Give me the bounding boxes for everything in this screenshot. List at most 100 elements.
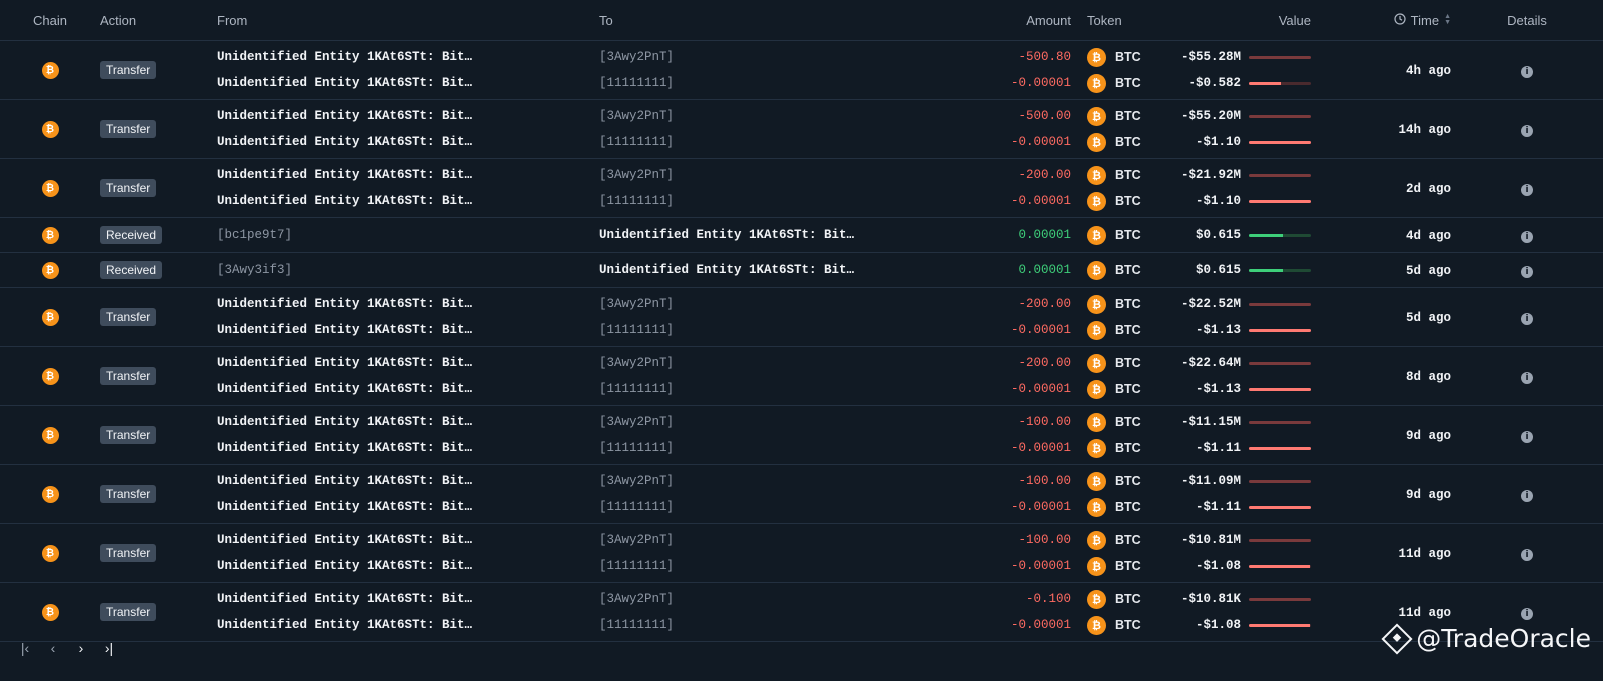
amount-value: -100.00	[1018, 474, 1071, 488]
table-row[interactable]: ₿ Transfer Unidentified Entity 1KAt6STt: B…	[0, 288, 1603, 347]
table-row[interactable]: ₿ Transfer Unidentified Entity 1KAt6STt: B…	[0, 41, 1603, 100]
next-page-icon[interactable]: ›	[74, 640, 88, 656]
header-time[interactable]: Time ▲ ▼	[1331, 13, 1451, 28]
token-symbol[interactable]: BTC	[1115, 168, 1141, 182]
sort-icon[interactable]: ▲ ▼	[1444, 13, 1451, 26]
address-link[interactable]: [3Awy3if3]	[217, 263, 292, 277]
token-symbol[interactable]: BTC	[1115, 50, 1141, 64]
first-page-icon[interactable]: |‹	[18, 640, 32, 656]
entity-link[interactable]: Unidentified Entity 1KAt6STt: Bit…	[217, 168, 472, 182]
entity-link[interactable]: Unidentified Entity 1KAt6STt: Bit…	[217, 194, 472, 208]
token-symbol[interactable]: BTC	[1115, 135, 1141, 149]
token-symbol[interactable]: BTC	[1115, 415, 1141, 429]
token-symbol[interactable]: BTC	[1115, 228, 1141, 242]
table-row[interactable]: ₿ Received [bc1pe9t7] Unidentified Entity 1…	[0, 218, 1603, 253]
entity-link[interactable]: Unidentified Entity 1KAt6STt: Bit…	[217, 135, 472, 149]
value-cell: -$21.92M -$1.10	[1169, 162, 1331, 214]
address-link[interactable]: [3Awy2PnT]	[599, 50, 674, 64]
action-badge: Received	[100, 226, 163, 244]
address-link[interactable]: [3Awy2PnT]	[599, 109, 674, 123]
address-link[interactable]: [11111111]	[599, 500, 674, 514]
prev-page-icon[interactable]: ‹	[46, 640, 60, 656]
address-link[interactable]: [3Awy2PnT]	[599, 168, 674, 182]
address-link[interactable]: [3Awy2PnT]	[599, 474, 674, 488]
info-icon[interactable]: i	[1521, 490, 1533, 502]
table-row[interactable]: ₿ Transfer Unidentified Entity 1KAt6STt: B…	[0, 406, 1603, 465]
bitcoin-icon: ₿	[1087, 412, 1106, 432]
info-icon[interactable]: i	[1521, 266, 1533, 278]
token-symbol[interactable]: BTC	[1115, 356, 1141, 370]
address-link[interactable]: [3Awy2PnT]	[599, 592, 674, 606]
amount-value: -0.00001	[1010, 618, 1071, 632]
info-icon[interactable]: i	[1521, 549, 1533, 561]
entity-link[interactable]: Unidentified Entity 1KAt6STt: Bit…	[217, 592, 472, 606]
address-link[interactable]: [11111111]	[599, 323, 674, 337]
table-row[interactable]: ₿ Transfer Unidentified Entity 1KAt6STt: B…	[0, 583, 1603, 642]
token-symbol[interactable]: BTC	[1115, 500, 1141, 514]
address-link[interactable]: [3Awy2PnT]	[599, 297, 674, 311]
token-symbol[interactable]: BTC	[1115, 474, 1141, 488]
info-icon[interactable]: i	[1521, 125, 1533, 137]
info-icon[interactable]: i	[1521, 231, 1533, 243]
entity-link[interactable]: Unidentified Entity 1KAt6STt: Bit…	[217, 559, 472, 573]
address-link[interactable]: [bc1pe9t7]	[217, 228, 292, 242]
address-link[interactable]: [11111111]	[599, 441, 674, 455]
action-cell: Transfer	[100, 367, 217, 385]
entity-link[interactable]: Unidentified Entity 1KAt6STt: Bit…	[217, 441, 472, 455]
action-cell: Transfer	[100, 61, 217, 79]
token-symbol[interactable]: BTC	[1115, 76, 1141, 90]
table-row[interactable]: ₿ Transfer Unidentified Entity 1KAt6STt: B…	[0, 524, 1603, 583]
token-symbol[interactable]: BTC	[1115, 441, 1141, 455]
token-cell: ₿ BTC ₿ BTC	[1071, 527, 1169, 579]
address-link[interactable]: [11111111]	[599, 618, 674, 632]
table-row[interactable]: ₿ Transfer Unidentified Entity 1KAt6STt: B…	[0, 347, 1603, 406]
address-link[interactable]: [11111111]	[599, 194, 674, 208]
value-cell: $0.615	[1169, 253, 1331, 287]
info-icon[interactable]: i	[1521, 66, 1533, 78]
info-icon[interactable]: i	[1521, 372, 1533, 384]
info-icon[interactable]: i	[1521, 313, 1533, 325]
entity-link[interactable]: Unidentified Entity 1KAt6STt: Bit…	[217, 533, 472, 547]
table-row[interactable]: ₿ Transfer Unidentified Entity 1KAt6STt: B…	[0, 159, 1603, 218]
table-row[interactable]: ₿ Transfer Unidentified Entity 1KAt6STt: B…	[0, 465, 1603, 524]
token-symbol[interactable]: BTC	[1115, 323, 1141, 337]
address-link[interactable]: [11111111]	[599, 559, 674, 573]
entity-link[interactable]: Unidentified Entity 1KAt6STt: Bit…	[217, 297, 472, 311]
address-link[interactable]: [11111111]	[599, 135, 674, 149]
details-cell: i	[1451, 486, 1603, 502]
entity-link[interactable]: Unidentified Entity 1KAt6STt: Bit…	[217, 618, 472, 632]
token-symbol[interactable]: BTC	[1115, 533, 1141, 547]
entity-link[interactable]: Unidentified Entity 1KAt6STt: Bit…	[599, 263, 854, 277]
token-symbol[interactable]: BTC	[1115, 297, 1141, 311]
entity-link[interactable]: Unidentified Entity 1KAt6STt: Bit…	[217, 500, 472, 514]
token-symbol[interactable]: BTC	[1115, 263, 1141, 277]
token-symbol[interactable]: BTC	[1115, 618, 1141, 632]
token-symbol[interactable]: BTC	[1115, 559, 1141, 573]
info-icon[interactable]: i	[1521, 608, 1533, 620]
last-page-icon[interactable]: ›|	[102, 640, 116, 656]
address-link[interactable]: [3Awy2PnT]	[599, 415, 674, 429]
token-symbol[interactable]: BTC	[1115, 382, 1141, 396]
table-row[interactable]: ₿ Received [3Awy3if3] Unidentified Entity 1…	[0, 253, 1603, 288]
entity-link[interactable]: Unidentified Entity 1KAt6STt: Bit…	[217, 109, 472, 123]
token-symbol[interactable]: BTC	[1115, 109, 1141, 123]
amount-cell: -100.00 -0.00001	[923, 409, 1071, 461]
entity-link[interactable]: Unidentified Entity 1KAt6STt: Bit…	[217, 50, 472, 64]
address-link[interactable]: [3Awy2PnT]	[599, 356, 674, 370]
info-icon[interactable]: i	[1521, 184, 1533, 196]
entity-link[interactable]: Unidentified Entity 1KAt6STt: Bit…	[217, 415, 472, 429]
address-link[interactable]: [11111111]	[599, 76, 674, 90]
entity-link[interactable]: Unidentified Entity 1KAt6STt: Bit…	[217, 323, 472, 337]
token-symbol[interactable]: BTC	[1115, 194, 1141, 208]
entity-link[interactable]: Unidentified Entity 1KAt6STt: Bit…	[599, 228, 854, 242]
entity-link[interactable]: Unidentified Entity 1KAt6STt: Bit…	[217, 76, 472, 90]
entity-link[interactable]: Unidentified Entity 1KAt6STt: Bit…	[217, 382, 472, 396]
token-cell: ₿ BTC ₿ BTC	[1071, 350, 1169, 402]
address-link[interactable]: [11111111]	[599, 382, 674, 396]
info-icon[interactable]: i	[1521, 431, 1533, 443]
entity-link[interactable]: Unidentified Entity 1KAt6STt: Bit…	[217, 356, 472, 370]
table-row[interactable]: ₿ Transfer Unidentified Entity 1KAt6STt: B…	[0, 100, 1603, 159]
address-link[interactable]: [3Awy2PnT]	[599, 533, 674, 547]
token-symbol[interactable]: BTC	[1115, 592, 1141, 606]
entity-link[interactable]: Unidentified Entity 1KAt6STt: Bit…	[217, 474, 472, 488]
